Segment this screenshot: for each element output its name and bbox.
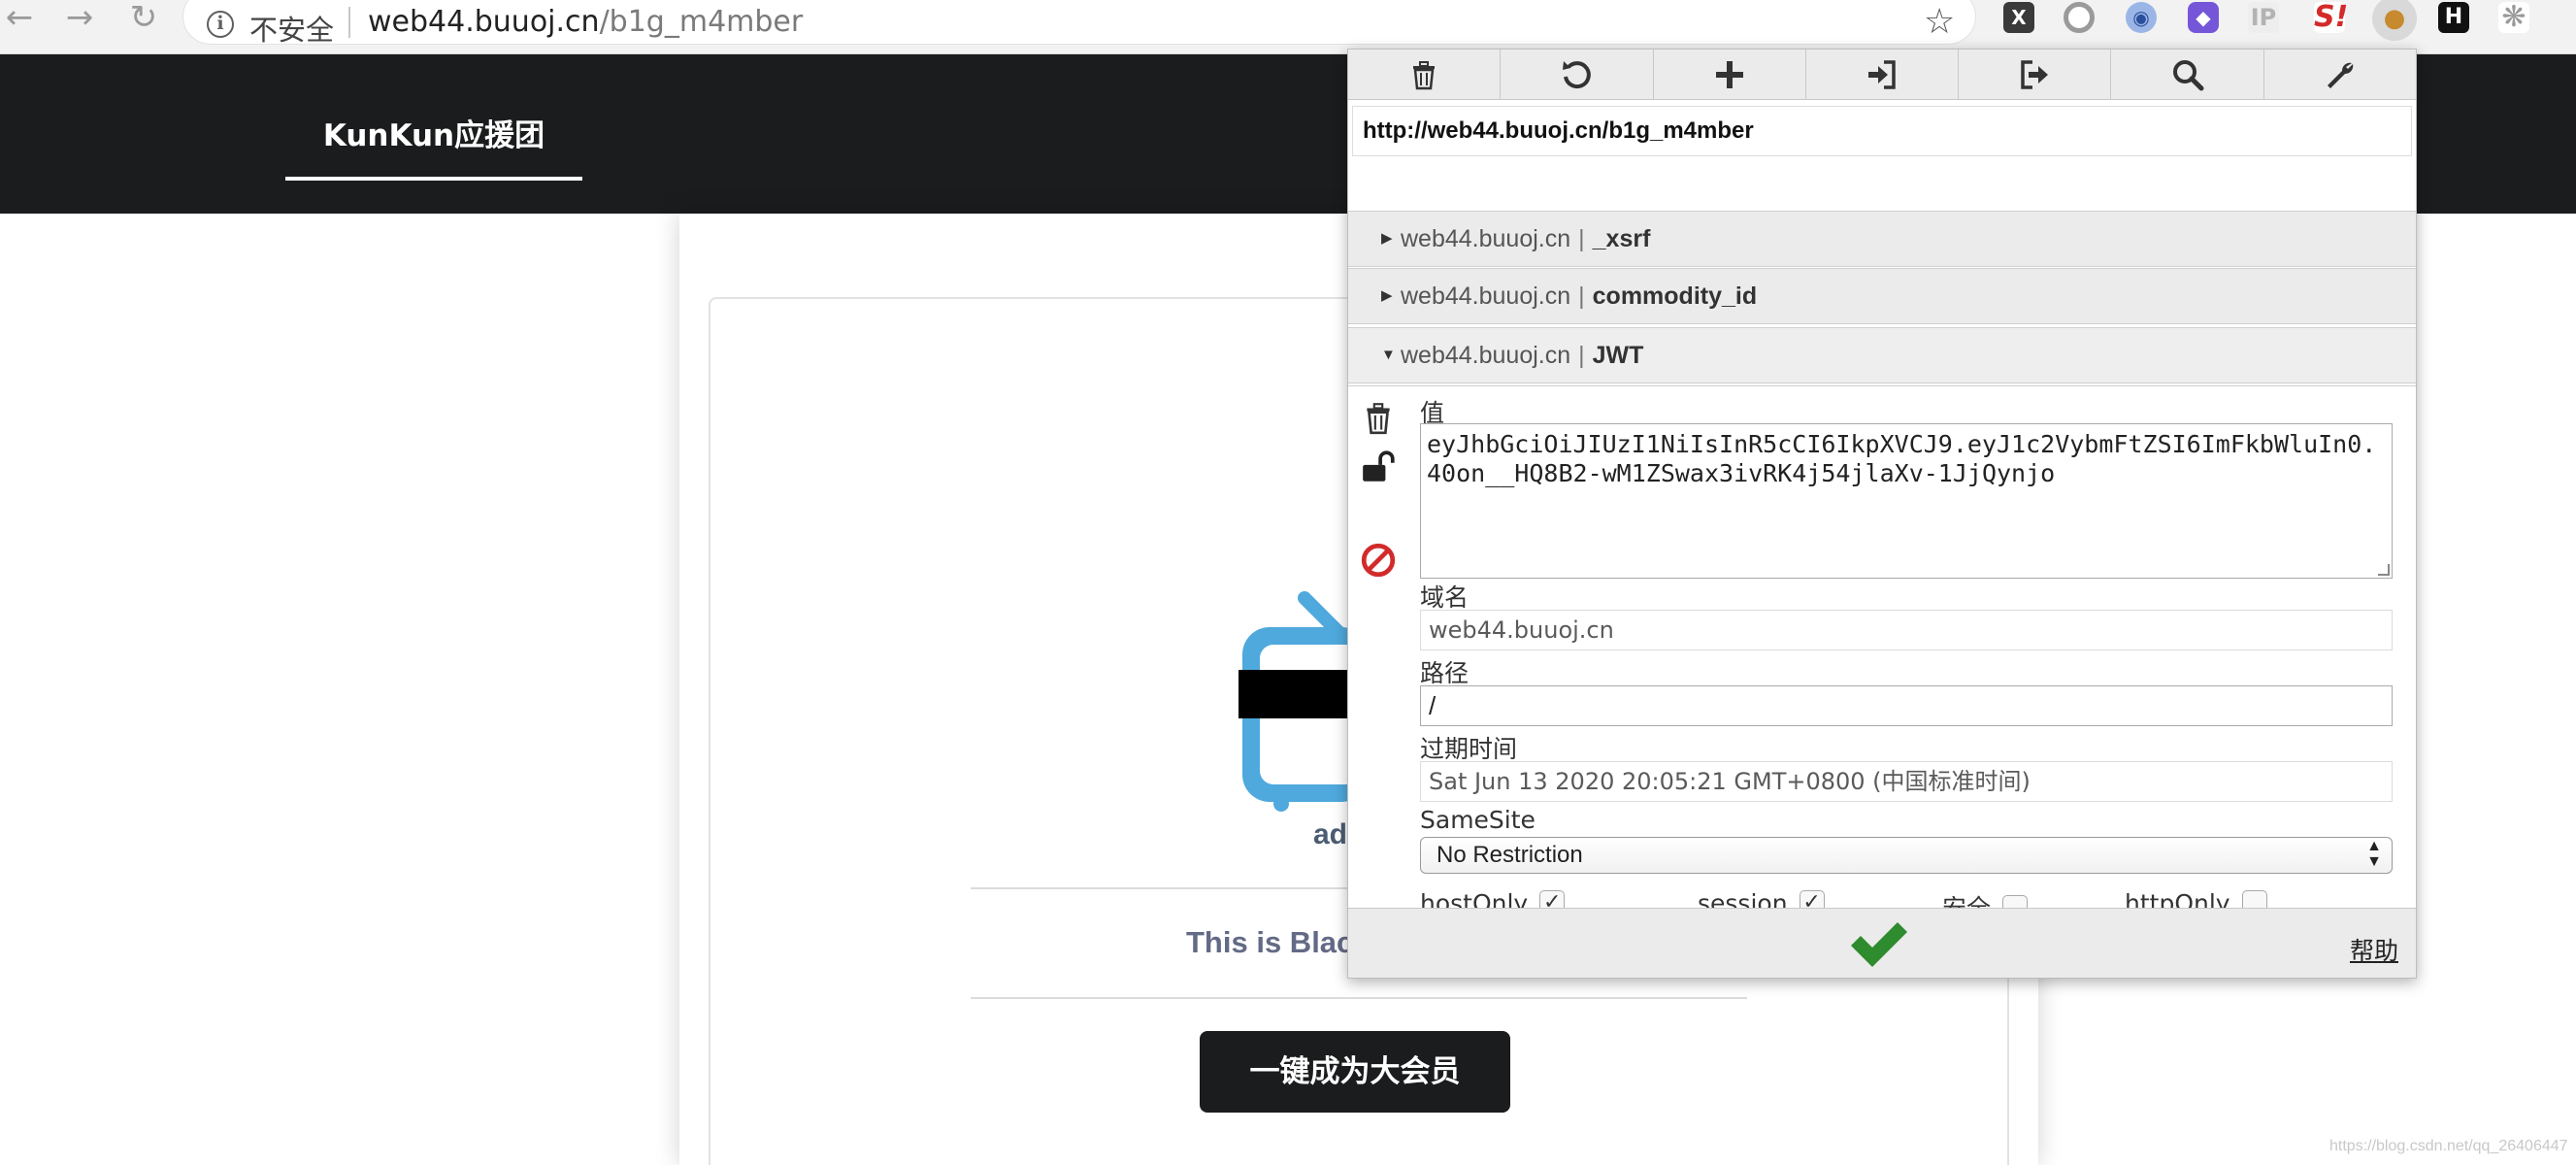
samesite-value: No Restriction (1437, 842, 1583, 868)
username-label: ad (1313, 818, 1348, 850)
x-extension-icon[interactable]: X (2003, 2, 2034, 33)
search-button[interactable] (2111, 50, 2264, 100)
redaction-bar (1238, 670, 1355, 718)
resize-handle-icon[interactable] (2378, 564, 2390, 576)
path-field[interactable]: / (1420, 685, 2393, 726)
cookie-domain: web44.buuoj.cn (1401, 283, 1571, 310)
s-extension-icon[interactable]: S! (2314, 2, 2348, 33)
export-button[interactable] (1959, 50, 2112, 100)
url-host: web44.buuoj.cn (368, 5, 600, 39)
gear-extension-icon[interactable]: ❋ (2498, 2, 2529, 33)
cookie-domain: web44.buuoj.cn (1401, 225, 1571, 252)
collapse-arrow-icon: ▼ (1381, 347, 1396, 363)
cookie-row-xsrf[interactable]: ▶ web44.buuoj.cn | _xsrf (1348, 211, 2416, 267)
address-bar[interactable]: i 不安全 web44.buuoj.cn/b1g_m4mber (182, 0, 1976, 47)
cookie-value-text: eyJhbGciOiJIUzI1NiIsInR5cCI6IkpXVCJ9.eyJ… (1427, 430, 2377, 487)
delete-cookie-icon[interactable] (1360, 400, 1397, 437)
cookie-domain: web44.buuoj.cn (1401, 342, 1571, 369)
url-path: /b1g_m4mber (599, 5, 804, 39)
samesite-select[interactable]: No Restriction ▲ ▼ (1420, 837, 2393, 874)
security-label[interactable]: 不安全 (249, 8, 334, 49)
ip-extension-icon[interactable]: IP (2248, 2, 2279, 33)
trash-icon (1413, 61, 1436, 90)
active-nav-underline (285, 177, 582, 181)
plus-icon (1715, 61, 1743, 88)
save-checkmark-icon[interactable] (1847, 916, 1911, 971)
wrench-icon (2327, 62, 2354, 88)
select-arrows-icon: ▲ ▼ (2366, 838, 2382, 870)
browser-toolbar: ← → ↻ i 不安全 web44.buuoj.cn/b1g_m4mber ☆ … (0, 0, 2576, 54)
bookmark-star-icon[interactable]: ☆ (1924, 2, 1955, 42)
expand-arrow-icon: ▶ (1381, 287, 1393, 304)
expiry-field[interactable]: Sat Jun 13 2020 20:05:21 GMT+0800 (中国标准时… (1420, 761, 2393, 802)
info-icon[interactable]: i (207, 11, 234, 38)
cookie-extension-icon[interactable]: ● (2372, 0, 2417, 41)
domain-field[interactable]: web44.buuoj.cn (1420, 610, 2393, 650)
cookie-detail-panel: 值 eyJhbGciOiJIUzI1NiIsInR5cCI6IkpXVCJ9.e… (1348, 385, 2416, 947)
cookie-separator: | (1578, 342, 1585, 369)
search-icon (2172, 60, 2204, 91)
expiry-label: 过期时间 (1420, 735, 1518, 763)
reload-icon[interactable]: ↻ (124, 0, 163, 39)
unlock-icon[interactable] (1360, 449, 1397, 485)
circle-extension-icon[interactable] (2064, 2, 2095, 33)
cookie-row-jwt[interactable]: ▼ web44.buuoj.cn | JWT (1348, 327, 2416, 383)
cookie-row-commodity-id[interactable]: ▶ web44.buuoj.cn | commodity_id (1348, 268, 2416, 324)
tagline-text: This is Black (1186, 925, 1371, 959)
back-arrow-icon[interactable]: ← (0, 0, 39, 39)
cookie-separator: | (1578, 283, 1585, 310)
export-icon (2021, 60, 2049, 89)
purple-cube-extension-icon[interactable]: ◆ (2188, 2, 2219, 33)
blue-swirl-extension-icon[interactable]: ◉ (2126, 2, 2157, 33)
url-text[interactable]: web44.buuoj.cn/b1g_m4mber (368, 5, 803, 39)
block-cookie-icon[interactable] (1360, 542, 1397, 579)
forward-arrow-icon[interactable]: → (60, 0, 99, 39)
divider (971, 997, 1747, 999)
omnibox-divider (348, 7, 350, 38)
refresh-icon (1563, 61, 1592, 89)
domain-label: 域名 (1420, 583, 1470, 612)
samesite-label: SameSite (1420, 806, 1536, 834)
watermark-text: https://blog.csdn.net/qq_26406447 (2329, 1138, 2568, 1154)
cookie-editor-footer: 帮助 (1348, 908, 2416, 978)
cookie-name: JWT (1592, 342, 1644, 369)
path-label: 路径 (1420, 659, 1470, 687)
help-link[interactable]: 帮助 (2350, 932, 2398, 967)
import-icon (1867, 60, 1896, 89)
cookie-editor-popup: http://web44.buuoj.cn/b1g_m4mber ▶ web44… (1347, 49, 2417, 979)
cookie-value-textarea[interactable]: eyJhbGciOiJIUzI1NiIsInR5cCI6IkpXVCJ9.eyJ… (1420, 423, 2393, 579)
cookie-name: commodity_id (1592, 283, 1758, 310)
cookie-editor-toolbar (1348, 50, 2416, 100)
options-button[interactable] (2264, 50, 2416, 100)
cookie-name: _xsrf (1592, 225, 1651, 252)
expand-arrow-icon: ▶ (1381, 230, 1393, 247)
delete-all-button[interactable] (1348, 50, 1502, 100)
import-button[interactable] (1806, 50, 1960, 100)
cookie-separator: | (1578, 225, 1585, 252)
brand-link[interactable]: KunKun应援团 (285, 54, 582, 183)
refresh-button[interactable] (1501, 50, 1654, 100)
add-cookie-button[interactable] (1654, 50, 1806, 100)
current-url: http://web44.buuoj.cn/b1g_m4mber (1352, 106, 2412, 156)
h-extension-icon[interactable]: H (2438, 2, 2469, 33)
become-vip-button[interactable]: 一键成为大会员 (1200, 1031, 1510, 1113)
